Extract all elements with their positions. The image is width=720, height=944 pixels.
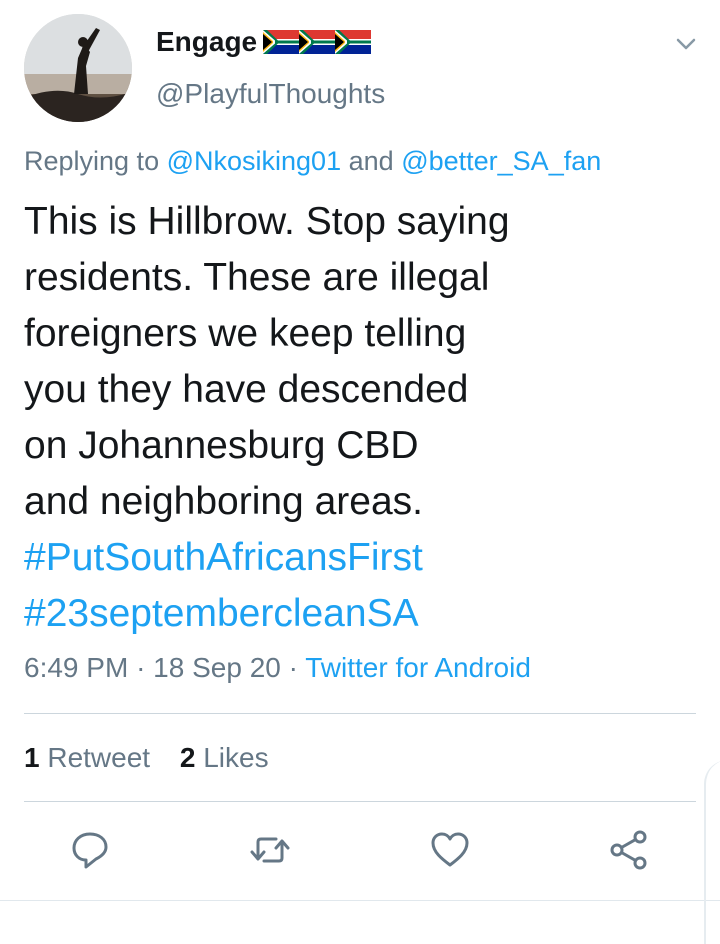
meta-separator: · [136, 652, 146, 683]
retweet-count: 1 [24, 742, 40, 773]
retweet-stat[interactable]: 1 Retweet [24, 742, 158, 773]
south-africa-flag-icon [299, 30, 336, 54]
tweet-text-line: you they have descended [24, 368, 469, 411]
avatar[interactable] [24, 14, 132, 122]
divider [24, 801, 696, 802]
divider [24, 713, 696, 714]
tweet-time[interactable]: 6:49 PM [24, 652, 128, 683]
replying-to: Replying to @Nkosiking01 and @better_SA_… [24, 146, 601, 177]
meta-separator: · [288, 652, 298, 683]
tweet-text-line: and neighboring areas. [24, 480, 423, 523]
retweet-label: Retweet [47, 742, 151, 773]
tweet-meta: 6:49 PM · 18 Sep 20 · Twitter for Androi… [24, 652, 531, 684]
tweet-text-line: on Johannesburg CBD [24, 424, 419, 467]
user-handle[interactable]: @PlayfulThoughts [156, 78, 385, 110]
bottom-divider [0, 900, 720, 901]
like-count: 2 [179, 742, 196, 773]
like-icon[interactable] [428, 828, 472, 872]
mention-link-nkosiking01[interactable]: @Nkosiking01 [167, 146, 342, 176]
author-row[interactable]: Engage [156, 26, 372, 58]
south-africa-flag-icon [335, 30, 372, 54]
likes-label: Likes [203, 742, 269, 773]
display-name[interactable]: Engage [156, 26, 257, 58]
hashtag-link[interactable]: #PutSouthAfricansFirst [24, 530, 694, 586]
retweet-icon[interactable] [248, 828, 292, 872]
action-bar [0, 828, 720, 876]
replying-prefix: Replying to [24, 146, 160, 176]
tweet-text: This is Hillbrow. Stop saying residents.… [24, 194, 694, 642]
hashtag-link[interactable]: #23septembercleanSA [24, 586, 694, 642]
tweet-text-line: This is Hillbrow. Stop saying [24, 200, 510, 243]
tweet-source-link[interactable]: Twitter for Android [305, 652, 531, 683]
engagement-stats: 1 Retweet 2 Likes [24, 742, 291, 774]
tweet-text-line: residents. These are illegal [24, 256, 490, 299]
tweet-text-line: foreigners we keep telling [24, 312, 467, 355]
mention-link-better-sa-fan[interactable]: @better_SA_fan [401, 146, 601, 176]
reply-icon[interactable] [68, 828, 112, 872]
replying-and: and [348, 146, 394, 176]
flag-emojis [263, 30, 372, 54]
avatar-photo [24, 14, 132, 122]
south-africa-flag-icon [263, 30, 300, 54]
scroll-edge [704, 760, 720, 944]
chevron-down-icon[interactable] [672, 30, 700, 58]
likes-stat[interactable]: 2 Likes [180, 742, 269, 773]
tweet-date[interactable]: 18 Sep 20 [153, 652, 281, 683]
share-icon[interactable] [607, 828, 651, 872]
